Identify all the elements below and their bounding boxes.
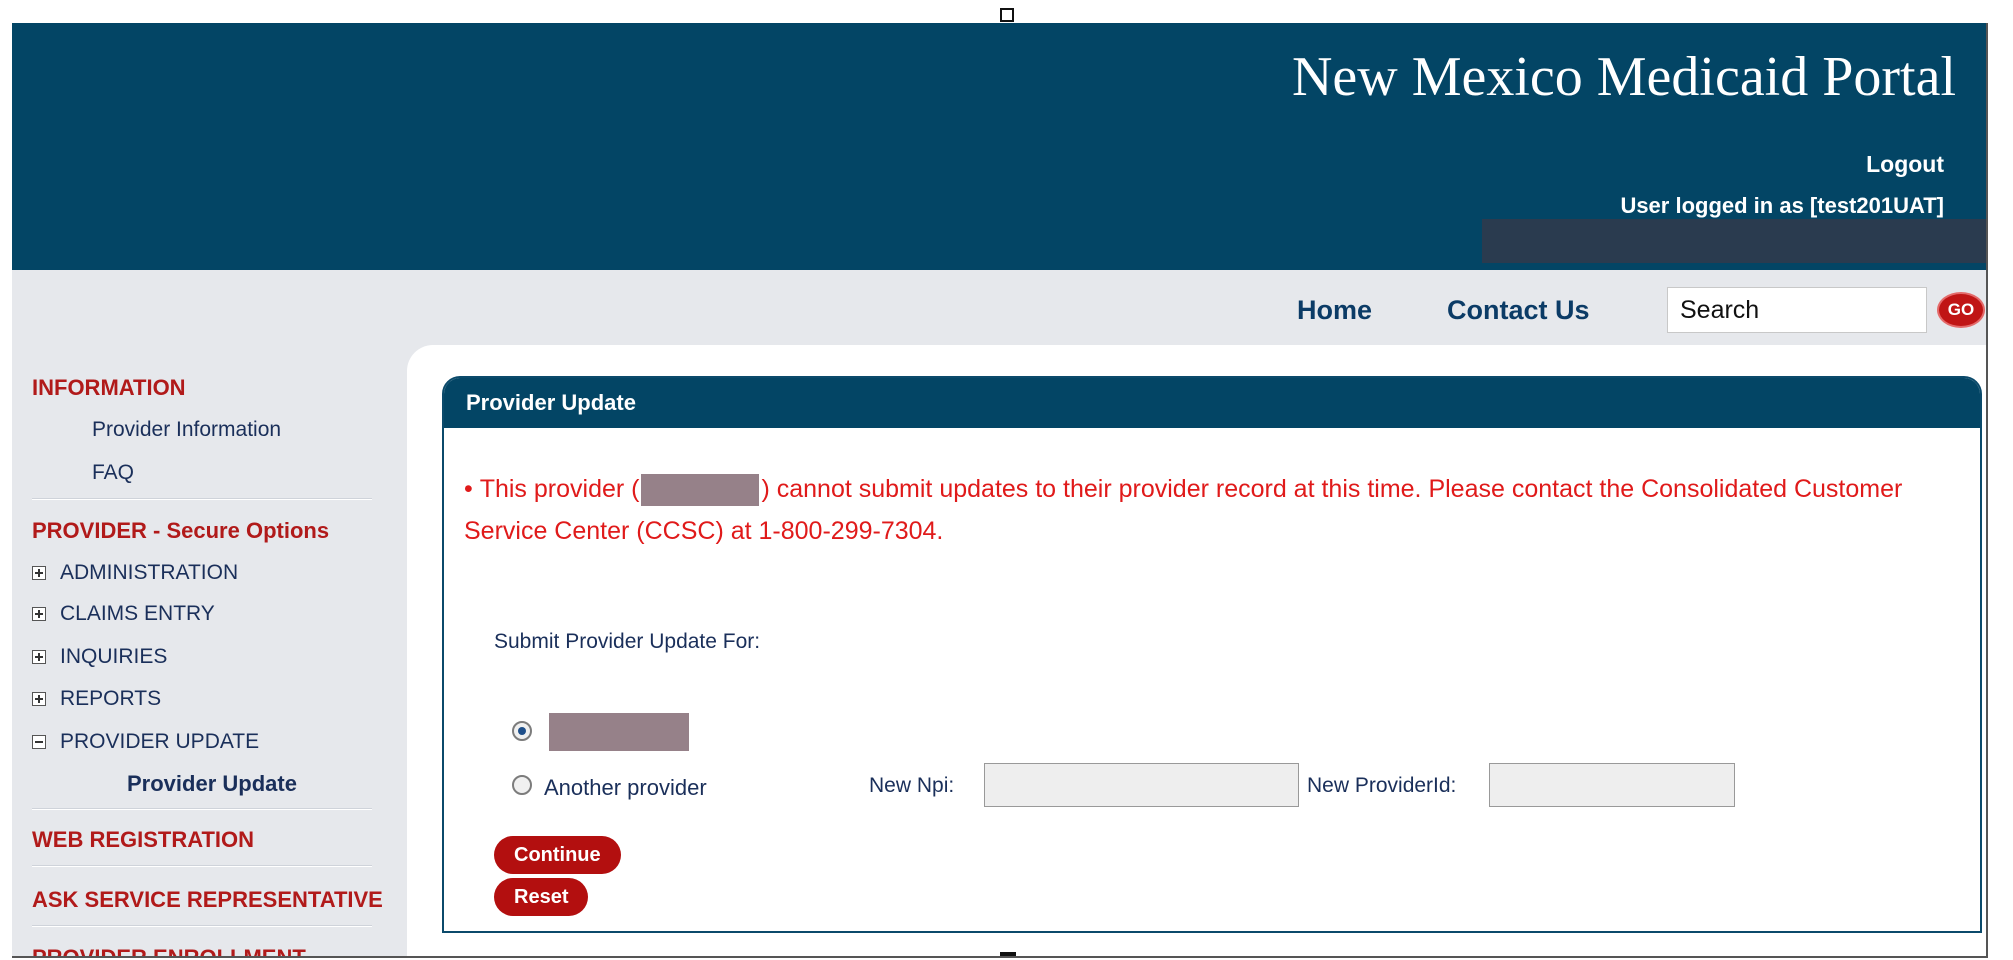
sidebar-divider [32,865,372,867]
sidebar-divider [32,498,372,500]
new-npi-input[interactable] [984,763,1299,807]
sidebar-item-label: ADMINISTRATION [60,561,239,584]
sidebar-item-provider-update[interactable]: PROVIDER UPDATE [32,730,259,754]
sidebar-item-administration[interactable]: ADMINISTRATION [32,561,238,585]
portal-title: New Mexico Medicaid Portal [1291,46,1956,108]
panel-title: Provider Update [444,378,1980,428]
nav-home-link[interactable]: Home [1297,295,1372,326]
submit-for-label: Submit Provider Update For: [494,630,761,653]
logged-in-user: User logged in as [test201UAT] [1620,193,1944,218]
expand-icon[interactable] [32,650,46,664]
collapse-icon[interactable] [32,735,46,749]
sidebar-item-provider-update-active[interactable]: Provider Update [127,771,297,797]
sidebar-divider [32,808,372,810]
expand-icon[interactable] [32,692,46,706]
sidebar-item-label: CLAIMS ENTRY [60,602,215,625]
window-resize-handle-top[interactable] [1000,8,1014,22]
sidebar-heading-web-registration[interactable]: WEB REGISTRATION [32,827,254,853]
error-message: • This provider () cannot submit updates… [464,468,1924,552]
expand-icon[interactable] [32,566,46,580]
redacted-provider-name [549,713,689,751]
expand-icon[interactable] [32,607,46,621]
sidebar-heading-ask-service[interactable]: ASK SERVICE REPRESENTATIVE [32,887,383,913]
sidebar-item-provider-information[interactable]: Provider Information [92,418,281,442]
window-resize-handle-bottom[interactable] [1000,952,1016,956]
continue-button[interactable]: Continue [494,836,621,874]
sidebar-item-label: PROVIDER UPDATE [60,730,260,753]
sidebar-heading-information[interactable]: INFORMATION [32,375,186,401]
sidebar-item-label: REPORTS [60,687,162,710]
sidebar-item-faq[interactable]: FAQ [92,461,134,485]
error-bullet: • [464,475,480,503]
another-provider-label[interactable]: Another provider [544,775,707,801]
logout-link[interactable]: Logout [1866,151,1944,178]
portal-window: New Mexico Medicaid Portal Logout User l… [12,23,1988,958]
search-input[interactable] [1667,287,1927,333]
sidebar-heading-provider-enrollment[interactable]: PROVIDER ENROLLMENT [32,945,306,956]
redacted-provider-id [641,474,760,507]
error-text-prefix: This provider ( [479,475,640,503]
another-provider-radio[interactable] [512,775,532,795]
new-npi-label: New Npi: [869,774,955,797]
provider-update-panel: Provider Update • This provider () canno… [442,376,1982,933]
sidebar-heading-provider-secure[interactable]: PROVIDER - Secure Options [32,518,329,544]
search-go-button[interactable]: GO [1937,292,1985,328]
nav-contact-link[interactable]: Contact Us [1447,295,1590,326]
portal-header: New Mexico Medicaid Portal Logout User l… [12,23,1986,270]
sidebar-item-claims-entry[interactable]: CLAIMS ENTRY [32,602,215,626]
sidebar-item-reports[interactable]: REPORTS [32,687,161,711]
new-provider-id-label: New ProviderId: [1307,774,1457,797]
new-provider-id-input[interactable] [1489,763,1735,807]
sidebar-item-label: INQUIRIES [60,645,168,668]
current-provider-radio[interactable] [512,721,532,741]
redacted-region [1482,219,1986,263]
reset-button[interactable]: Reset [494,878,589,916]
sidebar-item-inquiries[interactable]: INQUIRIES [32,645,167,669]
sidebar-divider [32,925,372,927]
